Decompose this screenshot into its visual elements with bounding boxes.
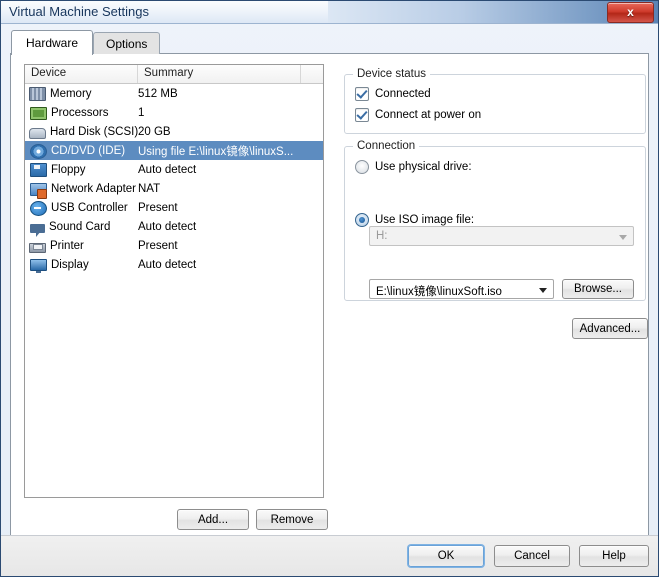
column-header-extra[interactable] [301, 65, 323, 83]
window-title: Virtual Machine Settings [9, 4, 149, 19]
connection-group: Connection Use physical drive: Use ISO i… [344, 140, 646, 301]
virtual-machine-settings-dialog: Virtual Machine Settings x Hardware Opti… [0, 0, 659, 577]
tab-hardware[interactable]: Hardware [11, 30, 94, 55]
table-row[interactable]: Memory 512 MB [25, 84, 323, 103]
advanced-button[interactable]: Advanced... [572, 318, 648, 339]
summary-cell: 20 GB [138, 125, 171, 138]
device-name: Memory [50, 87, 92, 100]
device-list[interactable]: Device Summary Memory 512 MB Processors 1 Ha… [24, 64, 324, 498]
browse-button[interactable]: Browse... [562, 279, 634, 299]
device-cell: Hard Disk (SCSI) [25, 125, 138, 139]
usb-icon [30, 200, 47, 216]
column-header-summary[interactable]: Summary [138, 65, 301, 83]
cancel-button[interactable]: Cancel [494, 545, 570, 567]
display-icon [30, 259, 47, 273]
device-list-rows: Memory 512 MB Processors 1 Hard Disk (SCSI) 2… [25, 84, 323, 274]
device-cell: Sound Card [25, 220, 138, 237]
table-row[interactable]: USB Controller Present [25, 198, 323, 217]
connect-at-power-on-label: Connect at power on [375, 109, 482, 121]
iso-path-dropdown[interactable]: E:\linux镜像\linuxSoft.iso [369, 279, 554, 299]
table-row[interactable]: Processors 1 [25, 103, 323, 122]
tab-options[interactable]: Options [93, 32, 161, 54]
table-row[interactable]: Floppy Auto detect [25, 160, 323, 179]
chevron-down-icon [619, 235, 627, 240]
device-name: Sound Card [49, 220, 111, 233]
table-row[interactable]: Printer Present [25, 236, 323, 255]
close-icon: x [627, 5, 634, 19]
physical-drive-dropdown[interactable]: H: [369, 226, 634, 246]
device-name: Processors [51, 106, 109, 119]
device-status-legend: Device status [353, 68, 431, 80]
physical-drive-value: H: [376, 230, 388, 242]
hardware-panel: Device Summary Memory 512 MB Processors 1 Ha… [10, 53, 649, 536]
cd-dvd-icon [30, 143, 47, 159]
use-physical-drive-label: Use physical drive: [375, 161, 472, 173]
use-iso-image-radio[interactable] [355, 213, 369, 227]
column-header-device[interactable]: Device [25, 65, 138, 83]
device-cell: Printer [25, 239, 138, 253]
summary-cell: 512 MB [138, 87, 178, 100]
title-bar: Virtual Machine Settings x [1, 1, 658, 24]
table-row[interactable]: Sound Card Auto detect [25, 217, 323, 237]
device-name: CD/DVD (IDE) [51, 144, 126, 157]
summary-cell: 1 [138, 106, 145, 119]
summary-cell: Auto detect [138, 163, 197, 176]
hard-disk-icon [29, 127, 46, 139]
table-row[interactable]: Network Adapter NAT [25, 179, 323, 199]
remove-device-button[interactable]: Remove [256, 509, 328, 530]
cpu-icon [30, 107, 47, 120]
close-button[interactable]: x [607, 2, 654, 23]
device-name: Floppy [51, 163, 86, 176]
device-status-group: Device status Connected Connect at power… [344, 68, 646, 134]
device-name: Network Adapter [51, 182, 137, 195]
iso-path-value: E:\linux镜像\linuxSoft.iso [376, 286, 502, 298]
device-cell: Network Adapter [25, 181, 138, 199]
memory-icon [29, 87, 46, 101]
device-name: Display [51, 258, 89, 271]
summary-cell: Using file E:\linux镜像\linuxS... [138, 145, 294, 158]
table-row[interactable]: Hard Disk (SCSI) 20 GB [25, 122, 323, 141]
device-name: USB Controller [51, 201, 128, 214]
ok-button[interactable]: OK [408, 545, 484, 567]
printer-icon [29, 242, 46, 253]
device-cell: Processors [25, 105, 138, 120]
device-cell: Floppy [25, 162, 138, 177]
sound-card-icon [30, 223, 45, 237]
summary-cell: Auto detect [138, 220, 197, 233]
use-iso-image-label: Use ISO image file: [375, 214, 475, 226]
connect-at-power-on-checkbox-row[interactable]: Connect at power on [355, 108, 481, 122]
connect-at-power-on-checkbox[interactable] [355, 108, 369, 122]
device-cell: Memory [25, 86, 138, 101]
device-cell: CD/DVD (IDE) [25, 143, 138, 159]
connected-label: Connected [375, 88, 431, 100]
connected-checkbox-row[interactable]: Connected [355, 87, 431, 101]
summary-cell: Present [138, 201, 178, 214]
summary-cell: Present [138, 239, 178, 252]
device-list-header: Device Summary [25, 65, 323, 84]
network-adapter-icon [30, 183, 47, 199]
tab-strip: Hardware Options [11, 30, 161, 55]
table-row[interactable]: CD/DVD (IDE) Using file E:\linux镜像\linuxS… [25, 141, 323, 160]
summary-cell: NAT [138, 182, 161, 195]
help-button[interactable]: Help [579, 545, 649, 567]
connection-legend: Connection [353, 140, 420, 152]
device-name: Printer [50, 239, 84, 252]
table-row[interactable]: Display Auto detect [25, 255, 323, 274]
chevron-down-icon [539, 288, 547, 293]
use-physical-drive-radio[interactable] [355, 160, 369, 174]
device-name: Hard Disk (SCSI) [50, 125, 139, 138]
connected-checkbox[interactable] [355, 87, 369, 101]
floppy-icon [30, 163, 47, 177]
device-cell: Display [25, 258, 138, 273]
device-cell: USB Controller [25, 200, 138, 216]
use-iso-image-radio-row[interactable]: Use ISO image file: [355, 213, 474, 227]
dialog-footer: OK Cancel Help [1, 535, 658, 576]
use-physical-drive-radio-row[interactable]: Use physical drive: [355, 160, 472, 174]
summary-cell: Auto detect [138, 258, 197, 271]
add-device-button[interactable]: Add... [177, 509, 249, 530]
